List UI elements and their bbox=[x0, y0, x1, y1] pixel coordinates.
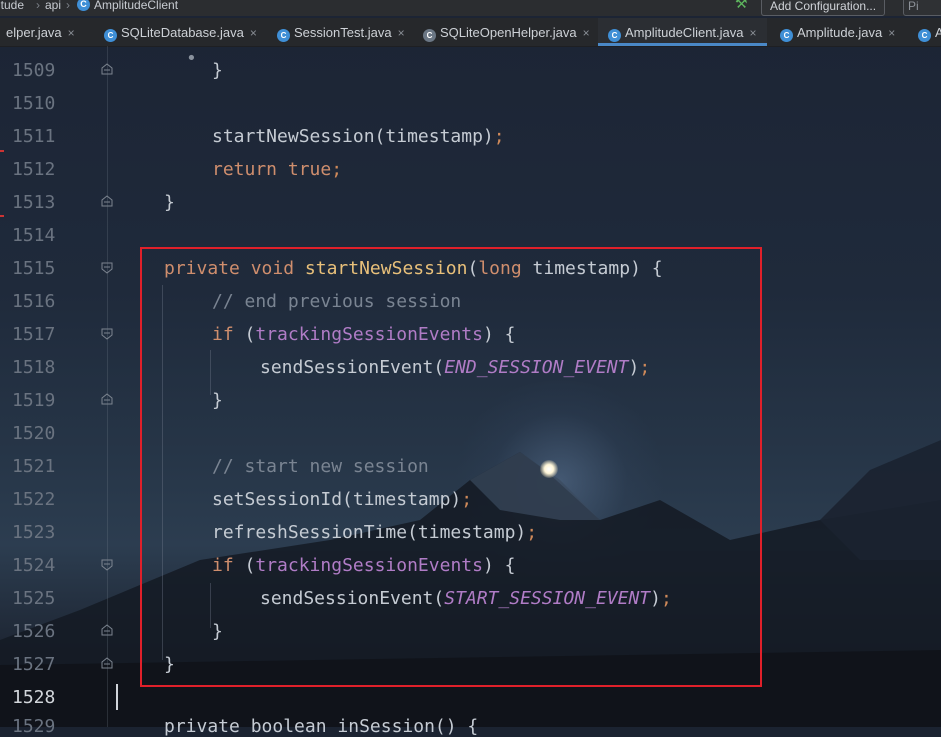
line-number: 1517 bbox=[12, 324, 56, 345]
line-number: 1518 bbox=[12, 357, 56, 378]
breadcrumb-separator: › bbox=[66, 0, 70, 12]
highlight-annotation-box bbox=[140, 247, 762, 687]
gutter-divider bbox=[107, 46, 108, 727]
tab-sqliteopenhelper[interactable]: C SQLiteOpenHelper.java × bbox=[423, 18, 590, 46]
breadcrumb-item-class[interactable]: AmplitudeClient bbox=[94, 0, 178, 11]
close-icon[interactable]: × bbox=[583, 26, 590, 40]
line-number: 1509 bbox=[12, 60, 56, 81]
tab-label: SessionTest.java bbox=[294, 25, 392, 40]
tab-label: SQLiteOpenHelper.java bbox=[440, 25, 577, 40]
tab-sessiontest[interactable]: C SessionTest.java × bbox=[277, 18, 405, 46]
line-number: 1512 bbox=[12, 159, 56, 180]
keyword: true bbox=[287, 159, 332, 180]
line-number: 1527 bbox=[12, 654, 56, 675]
close-icon[interactable]: × bbox=[68, 26, 75, 40]
tab-amplitude[interactable]: C Amplitude.java × bbox=[780, 18, 895, 46]
code-line-1511: startNewSession(timestamp); bbox=[212, 126, 505, 147]
tab-label: Amplitude.java bbox=[797, 25, 883, 40]
line-number: 1519 bbox=[12, 390, 56, 411]
editor-tab-bar: elper.java × C SQLiteDatabase.java × C Sessi… bbox=[0, 18, 941, 47]
run-panel-button[interactable]: Pi bbox=[903, 0, 941, 16]
keyword: return bbox=[212, 159, 278, 180]
line-number: 1510 bbox=[12, 93, 56, 114]
tab-amplitudeclient[interactable]: C AmplitudeClient.java × bbox=[598, 18, 767, 46]
breadcrumb-item-package[interactable]: api bbox=[45, 0, 61, 11]
tab-sqlitedatabase[interactable]: C SQLiteDatabase.java × bbox=[104, 18, 257, 46]
navigation-breadcrumb: itude › api › C AmplitudeClient ⚒ Add Co… bbox=[0, 0, 941, 16]
tab-label: A bbox=[935, 25, 941, 40]
breadcrumb-item-module[interactable]: itude bbox=[0, 0, 24, 11]
line-number: 1511 bbox=[12, 126, 56, 147]
class-icon: C bbox=[608, 29, 621, 42]
code-line-1513: } bbox=[164, 192, 175, 213]
line-number: 1526 bbox=[12, 621, 56, 642]
tab-label: SQLiteDatabase.java bbox=[121, 25, 244, 40]
close-icon[interactable]: × bbox=[398, 26, 405, 40]
code-line-1509: } bbox=[212, 60, 223, 81]
hammer-build-icon[interactable]: ⚒ bbox=[735, 0, 748, 10]
class-icon: C bbox=[104, 29, 117, 42]
class-icon: C bbox=[780, 29, 793, 42]
tab-overflow[interactable]: CA bbox=[918, 18, 941, 46]
text-caret bbox=[116, 684, 118, 710]
line-number: 1516 bbox=[12, 291, 56, 312]
change-marker bbox=[0, 150, 4, 152]
line-number: 1520 bbox=[12, 423, 56, 444]
line-number: 1514 bbox=[12, 225, 56, 246]
line-number: 1525 bbox=[12, 588, 56, 609]
method-call: startNewSession(timestamp) bbox=[212, 126, 494, 147]
line-number: 1521 bbox=[12, 456, 56, 477]
abstract-class-icon: C bbox=[423, 29, 436, 42]
breadcrumb-separator: › bbox=[36, 0, 40, 12]
line-number: 1523 bbox=[12, 522, 56, 543]
close-icon[interactable]: × bbox=[750, 26, 757, 40]
code-fragment: • bbox=[186, 48, 197, 69]
class-icon: C bbox=[77, 0, 90, 11]
line-number: 1522 bbox=[12, 489, 56, 510]
current-line-number: 1528 bbox=[12, 687, 56, 708]
change-marker bbox=[0, 215, 4, 217]
line-number: 1524 bbox=[12, 555, 56, 576]
tab-helper[interactable]: elper.java × bbox=[6, 18, 75, 46]
close-icon[interactable]: × bbox=[250, 26, 257, 40]
code-line-1512: return true; bbox=[212, 159, 343, 180]
tab-label: elper.java bbox=[6, 25, 62, 40]
class-icon: C bbox=[277, 29, 290, 42]
line-number: 1515 bbox=[12, 258, 56, 279]
add-configuration-button[interactable]: Add Configuration... bbox=[761, 0, 886, 16]
close-icon[interactable]: × bbox=[888, 26, 895, 40]
line-number: 1513 bbox=[12, 192, 56, 213]
tab-label: AmplitudeClient.java bbox=[625, 25, 744, 40]
class-icon: C bbox=[918, 29, 931, 42]
